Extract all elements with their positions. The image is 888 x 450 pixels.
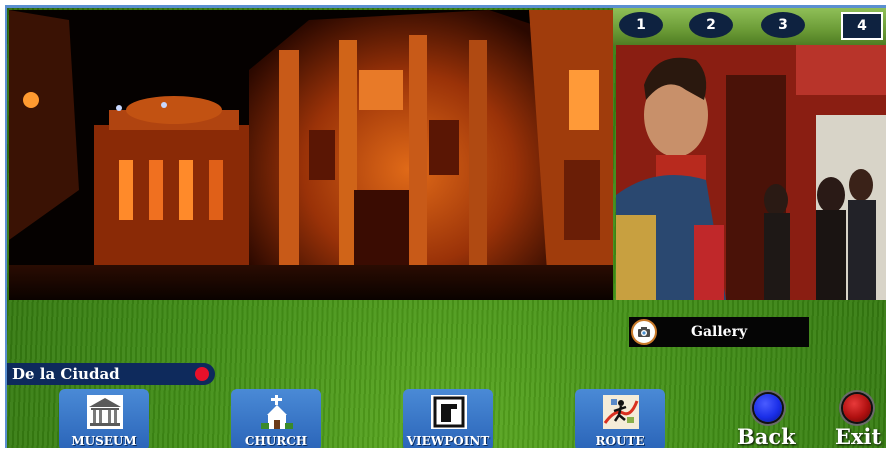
- gallery-button[interactable]: Gallery: [629, 317, 809, 347]
- viewpoint-label: VIEWPOINT: [406, 434, 490, 448]
- route-icon: [603, 395, 639, 429]
- church-night-image: [9, 10, 613, 300]
- route-label: ROUTE: [595, 434, 645, 448]
- location-status-dot: [195, 367, 209, 381]
- side-photo-view[interactable]: [616, 45, 886, 300]
- thumbnail-4[interactable]: 4: [841, 12, 883, 40]
- viewpoint-button[interactable]: VIEWPOINT: [403, 389, 493, 448]
- thumbnail-3[interactable]: 3: [761, 12, 805, 38]
- app-frame: 1 2 3 4 Gallery De la Ciudad MUSEUM CHUR…: [5, 5, 886, 448]
- exit-button[interactable]: [843, 394, 871, 422]
- exit-label: Exit: [835, 424, 882, 448]
- thumbnail-strip: 1 2 3 4: [613, 8, 886, 46]
- gallery-label: Gallery: [691, 324, 748, 340]
- thumbnail-2[interactable]: 2: [689, 12, 733, 38]
- church-icon: [261, 395, 293, 429]
- main-video-view[interactable]: [9, 10, 613, 300]
- statue-photo: [616, 45, 886, 300]
- back-label: Back: [737, 424, 796, 448]
- viewpoint-icon: [431, 395, 467, 429]
- back-button[interactable]: [754, 394, 782, 422]
- route-button[interactable]: ROUTE: [575, 389, 665, 448]
- church-button[interactable]: CHURCH: [231, 389, 321, 448]
- museum-icon: [87, 395, 123, 429]
- museum-button[interactable]: MUSEUM: [59, 389, 149, 448]
- church-label: CHURCH: [244, 434, 308, 448]
- location-bar: De la Ciudad: [7, 363, 215, 385]
- thumbnail-1[interactable]: 1: [619, 12, 663, 38]
- camera-icon: [631, 319, 657, 345]
- museum-label: MUSEUM: [71, 434, 137, 448]
- location-name: De la Ciudad: [12, 365, 120, 383]
